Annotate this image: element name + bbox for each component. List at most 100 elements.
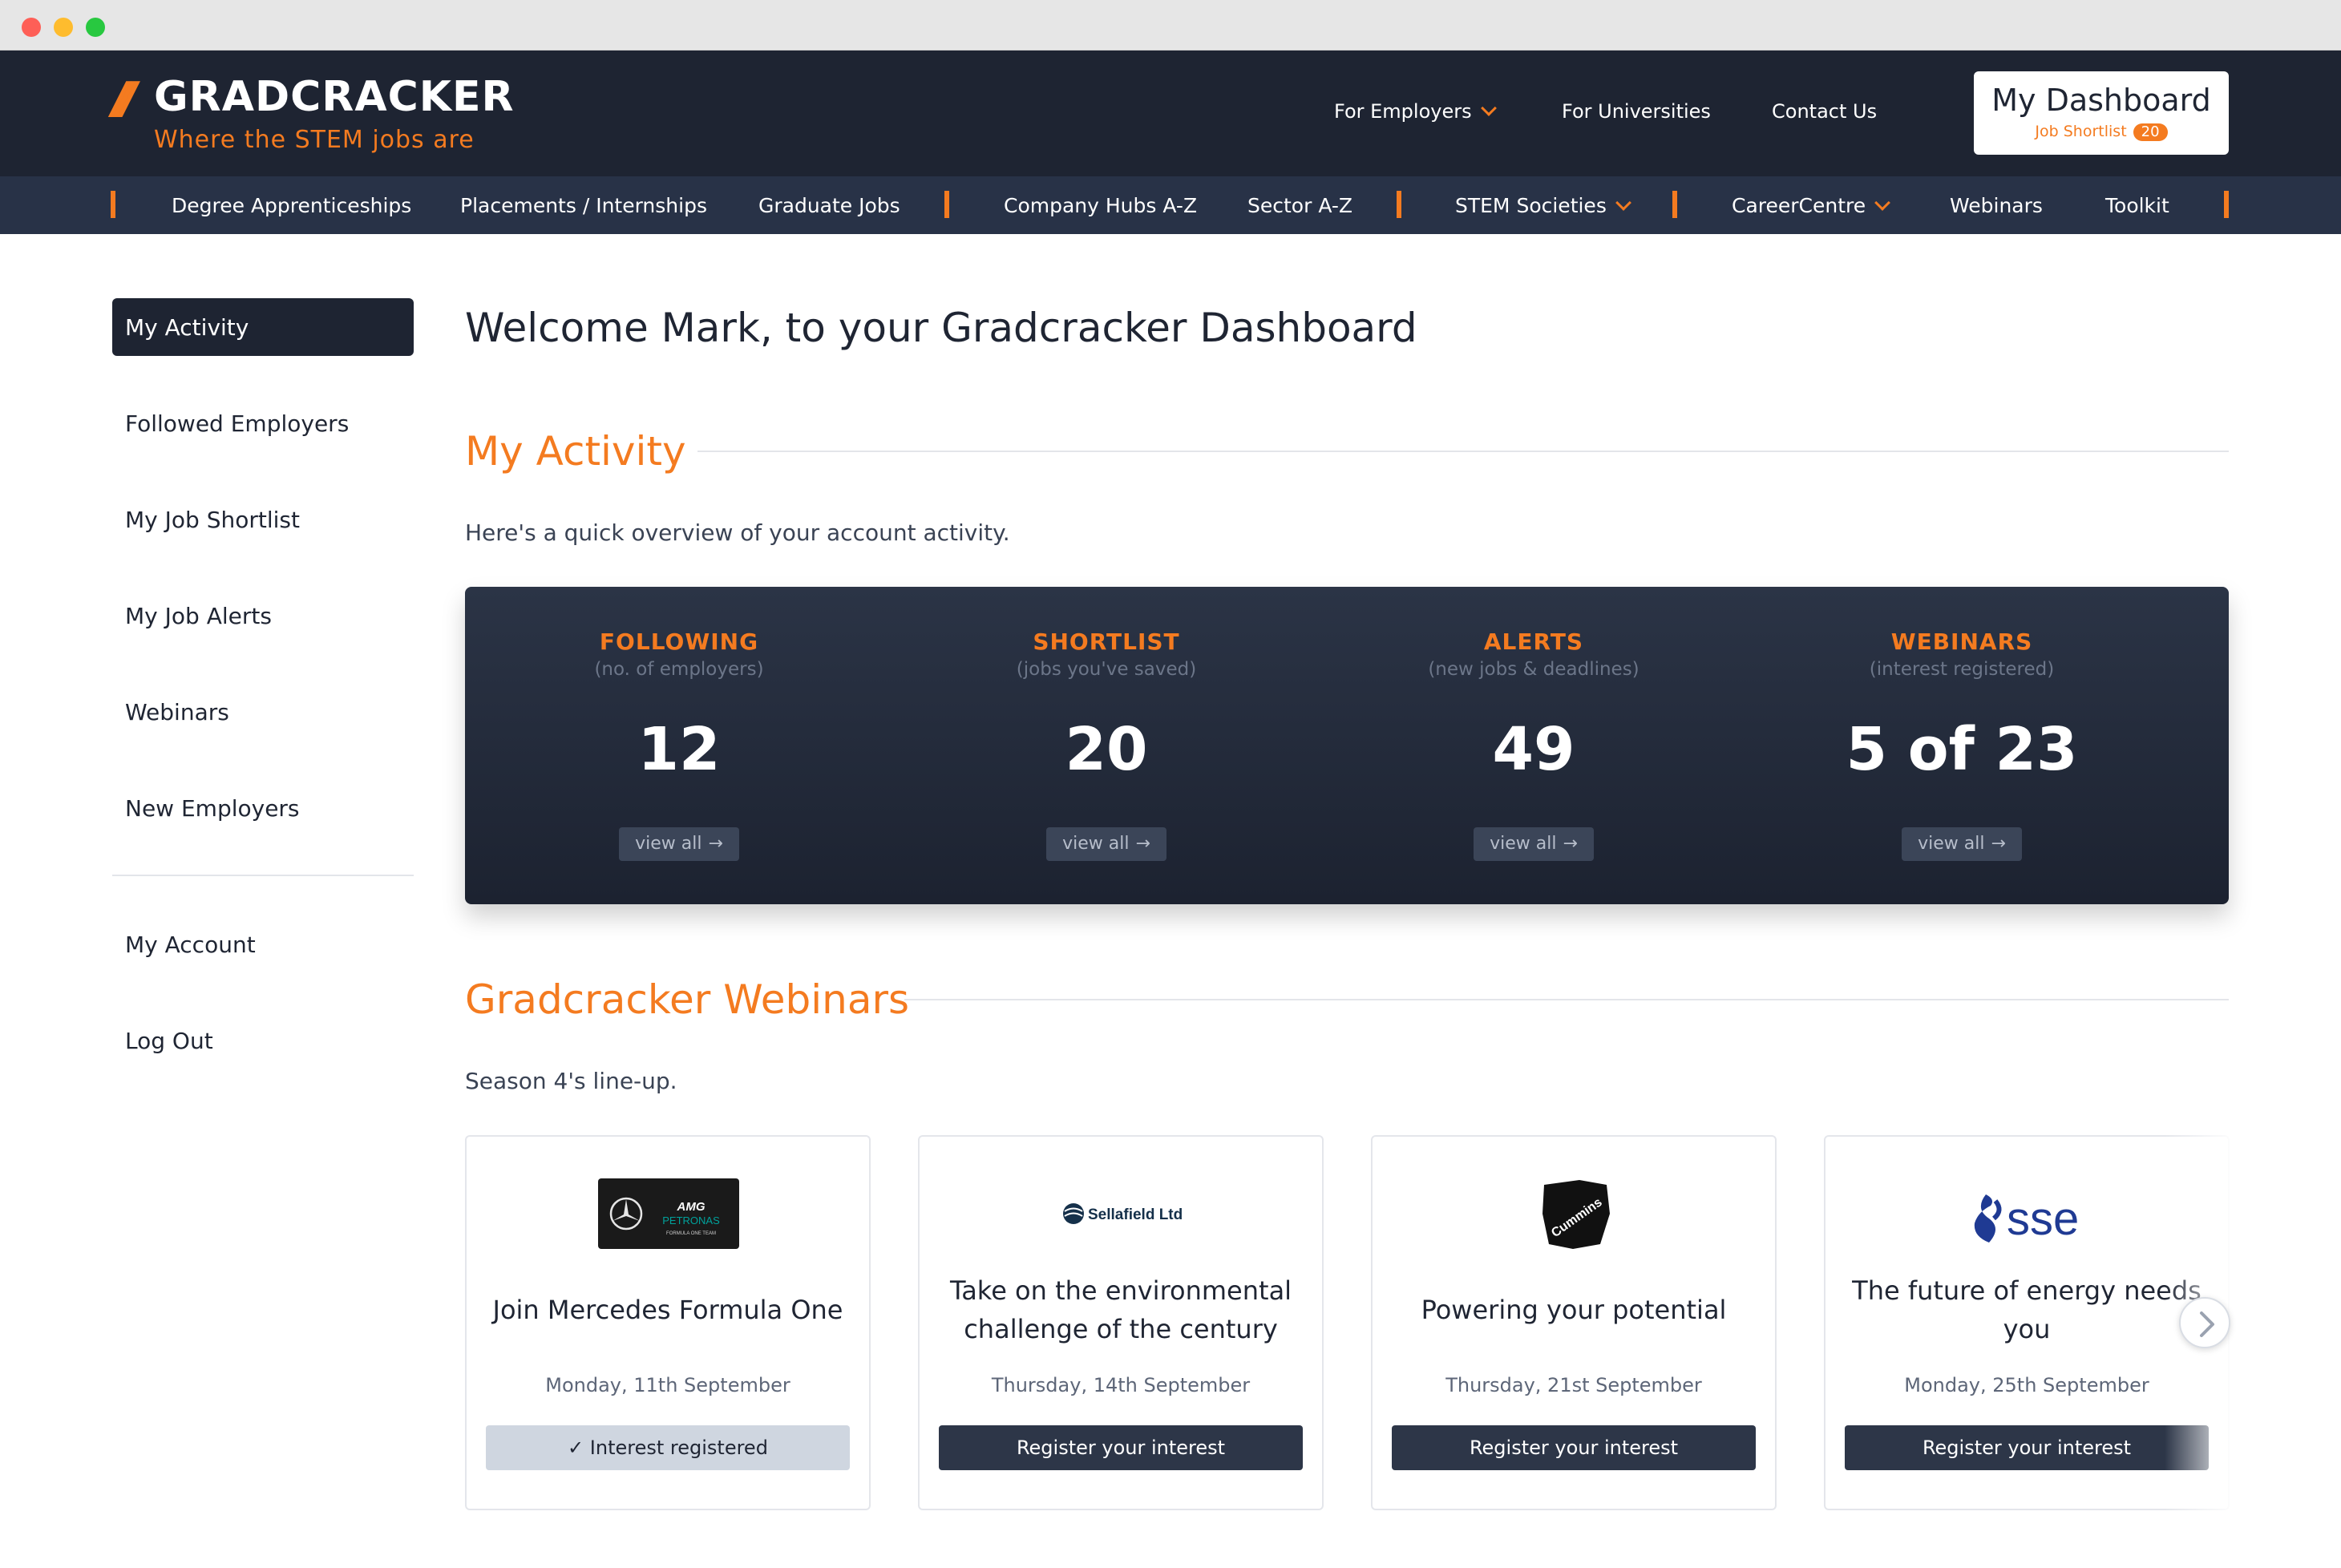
button-label: view all bbox=[1490, 834, 1557, 854]
sidebar-item-job-alerts[interactable]: My Job Alerts bbox=[125, 603, 272, 629]
stat-label: ALERTS bbox=[1483, 628, 1584, 655]
webinar-title: The future of energy needs you bbox=[1842, 1271, 2212, 1348]
activity-stats-panel: FOLLOWING (no. of employers) 12 view all… bbox=[465, 587, 2229, 904]
subnav-degree-apprenticeships[interactable]: Degree Apprenticeships bbox=[172, 194, 411, 217]
subnav-sector-az[interactable]: Sector A-Z bbox=[1247, 194, 1352, 217]
svg-text:Sellafield Ltd: Sellafield Ltd bbox=[1088, 1206, 1183, 1223]
nav-divider bbox=[1672, 191, 1677, 218]
chevron-down-icon bbox=[1480, 100, 1497, 116]
register-interest-button[interactable]: Register your interest bbox=[939, 1425, 1303, 1470]
webinar-date: Thursday, 14th September bbox=[991, 1374, 1251, 1396]
button-label: view all bbox=[635, 834, 702, 854]
webinars-subtitle: Season 4's line-up. bbox=[465, 1068, 677, 1094]
logo-slashes: /// bbox=[112, 73, 137, 123]
page-title: Welcome Mark, to your Gradcracker Dashbo… bbox=[465, 305, 1417, 351]
stat-label: FOLLOWING bbox=[599, 628, 759, 655]
webinar-title-line: The future of energy needs bbox=[1852, 1275, 2202, 1306]
arrow-right-icon: → bbox=[1991, 834, 2006, 854]
stat-sublabel: (no. of employers) bbox=[594, 659, 764, 680]
sidebar-item-log-out[interactable]: Log Out bbox=[125, 1028, 213, 1054]
stat-label: WEBINARS bbox=[1890, 628, 2033, 655]
sidebar-item-followed-employers[interactable]: Followed Employers bbox=[125, 410, 349, 437]
nav-divider bbox=[1397, 191, 1401, 218]
shortlist-count-badge: 20 bbox=[2133, 123, 2168, 141]
stat-alerts: ALERTS (new jobs & deadlines) 49 view al… bbox=[1320, 587, 1748, 904]
svg-text:FORMULA ONE TEAM: FORMULA ONE TEAM bbox=[666, 1231, 716, 1236]
sidebar-item-my-account[interactable]: My Account bbox=[125, 932, 256, 958]
register-interest-button[interactable]: Register your interest bbox=[1845, 1425, 2209, 1470]
nav-label: For Employers bbox=[1334, 100, 1472, 123]
nav-contact-us[interactable]: Contact Us bbox=[1772, 100, 1877, 123]
nav-divider bbox=[2224, 191, 2229, 218]
subnav-toolkit[interactable]: Toolkit bbox=[2105, 194, 2169, 217]
sidebar-item-webinars[interactable]: Webinars bbox=[125, 699, 229, 725]
carousel-next-button[interactable] bbox=[2179, 1297, 2230, 1348]
stat-value: 20 bbox=[1065, 715, 1148, 784]
view-all-alerts-button[interactable]: view all → bbox=[1474, 827, 1594, 861]
my-activity-heading: My Activity bbox=[465, 428, 686, 475]
stat-shortlist: SHORTLIST (jobs you've saved) 20 view al… bbox=[892, 587, 1320, 904]
subnav-careercentre[interactable]: CareerCentre bbox=[1732, 194, 1891, 217]
stat-label: SHORTLIST bbox=[1033, 628, 1180, 655]
my-dashboard-button[interactable]: My Dashboard Job Shortlist 20 bbox=[1974, 71, 2229, 155]
job-shortlist-text: Job Shortlist bbox=[2035, 123, 2127, 140]
sidebar-item-job-shortlist[interactable]: My Job Shortlist bbox=[125, 507, 300, 533]
webinar-title: Take on the environmental challenge of t… bbox=[936, 1271, 1306, 1348]
arrow-right-icon: → bbox=[708, 834, 723, 854]
stat-value: 12 bbox=[637, 715, 721, 784]
arrow-right-icon: → bbox=[1563, 834, 1578, 854]
cummins-logo: Cummins bbox=[1373, 1177, 1775, 1251]
webinar-date: Thursday, 21st September bbox=[1445, 1374, 1702, 1396]
nav-for-employers[interactable]: For Employers bbox=[1334, 100, 1497, 123]
logo-name: GRADCRACKER bbox=[154, 73, 515, 121]
webinar-date: Monday, 11th September bbox=[545, 1374, 790, 1396]
webinar-card-mercedes[interactable]: AMG PETRONAS FORMULA ONE TEAM Join Merce… bbox=[465, 1135, 871, 1510]
nav-label: Contact Us bbox=[1772, 100, 1878, 123]
subnav-label: STEM Societies bbox=[1455, 194, 1607, 217]
sidebar-item-new-employers[interactable]: New Employers bbox=[125, 795, 300, 822]
close-window-button[interactable] bbox=[22, 18, 41, 37]
subnav-graduate-jobs[interactable]: Graduate Jobs bbox=[758, 194, 900, 217]
minimize-window-button[interactable] bbox=[54, 18, 73, 37]
stat-sublabel: (new jobs & deadlines) bbox=[1428, 659, 1640, 680]
webinar-title-line: Take on the environmental bbox=[949, 1275, 1292, 1306]
chevron-right-icon bbox=[2200, 1311, 2214, 1337]
webinar-title-line: you bbox=[2003, 1314, 2051, 1344]
view-all-shortlist-button[interactable]: view all → bbox=[1046, 827, 1166, 861]
dashboard-title: My Dashboard bbox=[1991, 83, 2211, 118]
chevron-down-icon bbox=[1615, 195, 1631, 211]
browser-titlebar bbox=[0, 0, 2341, 51]
webinars-heading: Gradcracker Webinars bbox=[465, 976, 910, 1023]
svg-text:AMG: AMG bbox=[677, 1200, 706, 1214]
button-label: view all bbox=[1918, 834, 1985, 854]
subnav-placements-internships[interactable]: Placements / Internships bbox=[460, 194, 707, 217]
section-divider bbox=[904, 999, 2229, 1000]
webinar-card-sellafield[interactable]: Sellafield Ltd Take on the environmental… bbox=[918, 1135, 1324, 1510]
site-header: /// GRADCRACKER Where the STEM jobs are … bbox=[0, 51, 2341, 176]
maximize-window-button[interactable] bbox=[86, 18, 105, 37]
subnav-webinars[interactable]: Webinars bbox=[1950, 194, 2043, 217]
subnav-stem-societies[interactable]: STEM Societies bbox=[1455, 194, 1631, 217]
webinar-title: Join Mercedes Formula One bbox=[492, 1295, 843, 1325]
subnav-company-hubs[interactable]: Company Hubs A-Z bbox=[1004, 194, 1197, 217]
view-all-following-button[interactable]: view all → bbox=[619, 827, 739, 861]
subnav-label: CareerCentre bbox=[1732, 194, 1866, 217]
mercedes-amg-petronas-logo: AMG PETRONAS FORMULA ONE TEAM bbox=[467, 1177, 869, 1251]
nav-divider bbox=[944, 191, 949, 218]
logo-tagline: Where the STEM jobs are bbox=[154, 126, 475, 154]
svg-text:PETRONAS: PETRONAS bbox=[662, 1214, 720, 1227]
stat-following: FOLLOWING (no. of employers) 12 view all… bbox=[465, 587, 893, 904]
webinar-card-cummins[interactable]: Cummins Powering your potential Thursday… bbox=[1371, 1135, 1777, 1510]
interest-registered-button[interactable]: ✓ Interest registered bbox=[486, 1425, 850, 1470]
nav-divider bbox=[111, 191, 115, 218]
button-label: view all bbox=[1062, 834, 1130, 854]
arrow-right-icon: → bbox=[1135, 834, 1150, 854]
job-shortlist-label: Job Shortlist 20 bbox=[1974, 123, 2229, 141]
sub-navigation: Degree Apprenticeships Placements / Inte… bbox=[0, 176, 2341, 234]
my-activity-subtitle: Here's a quick overview of your account … bbox=[465, 519, 1010, 546]
stat-value: 49 bbox=[1492, 715, 1575, 784]
sidebar-item-my-activity[interactable]: My Activity bbox=[112, 298, 414, 356]
register-interest-button[interactable]: Register your interest bbox=[1392, 1425, 1756, 1470]
nav-for-universities[interactable]: For Universities bbox=[1562, 100, 1711, 123]
view-all-webinars-button[interactable]: view all → bbox=[1902, 827, 2022, 861]
